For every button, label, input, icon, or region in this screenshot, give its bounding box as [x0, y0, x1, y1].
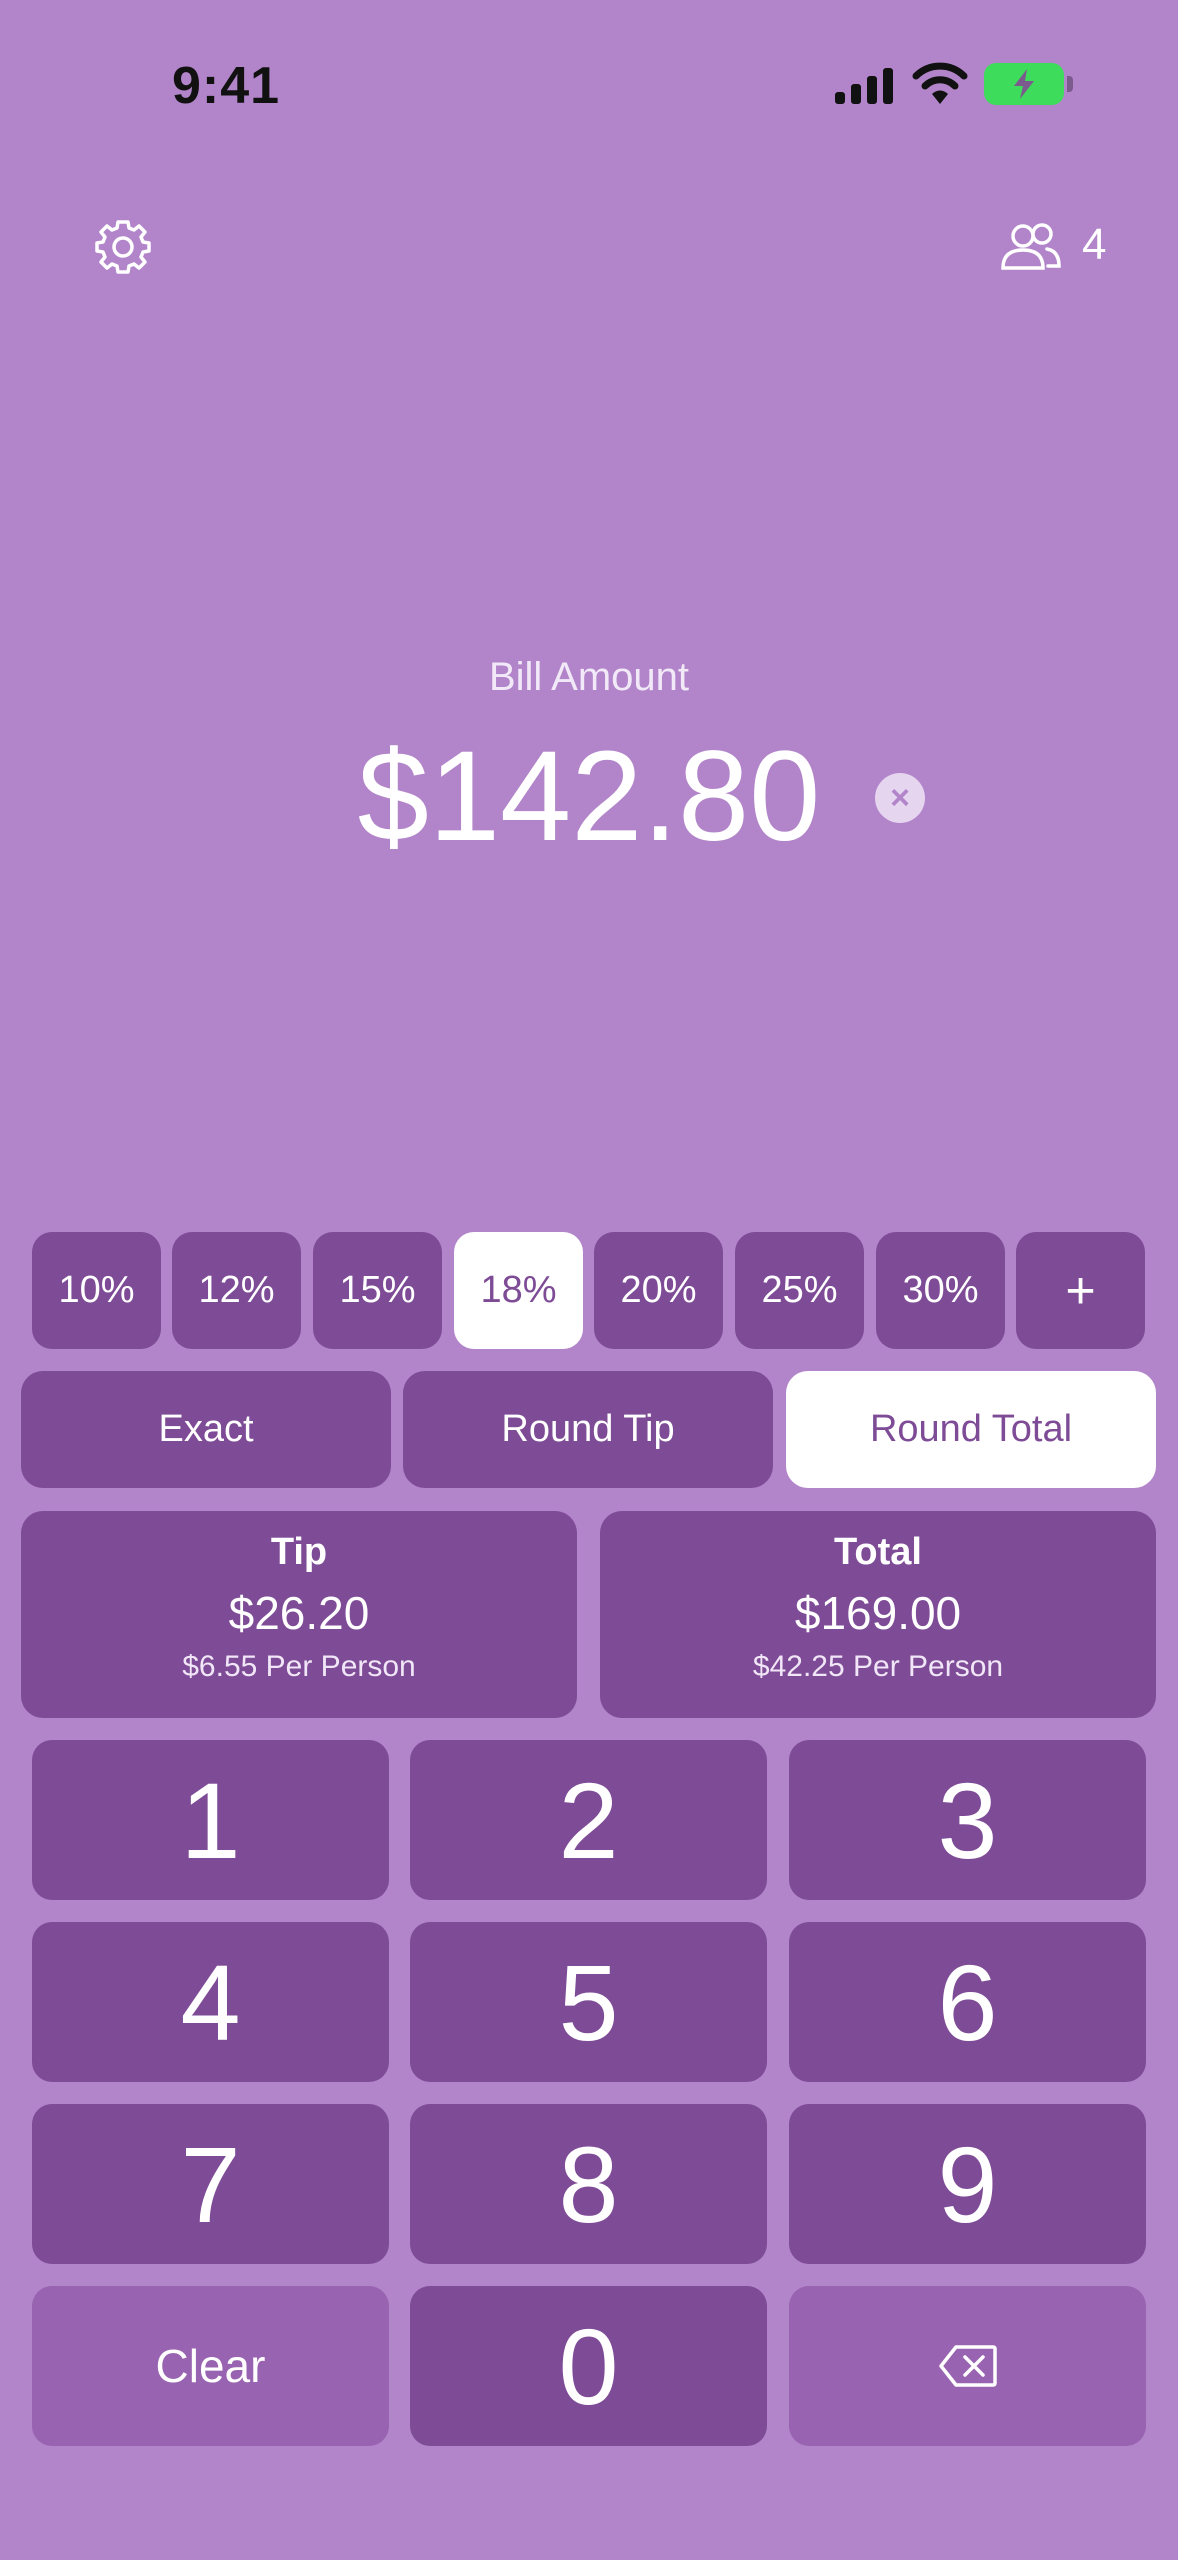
add-tip-button[interactable]: +: [1016, 1232, 1145, 1349]
key-3[interactable]: 3: [789, 1740, 1146, 1900]
people-icon[interactable]: [1000, 222, 1062, 272]
backspace-icon: [938, 2345, 997, 2387]
tip-card: Tip $26.20 $6.55 Per Person: [21, 1511, 577, 1718]
tip-per-person: $6.55 Per Person: [182, 1650, 416, 1683]
tip-title: Tip: [270, 1531, 328, 1573]
tip-20-button[interactable]: 20%: [594, 1232, 723, 1349]
tip-25-button[interactable]: 25%: [735, 1232, 864, 1349]
wifi-icon: [912, 62, 968, 104]
total-per-person: $42.25 Per Person: [752, 1650, 1004, 1683]
tip-15-button[interactable]: 15%: [313, 1232, 442, 1349]
clear-amount-icon[interactable]: ×: [875, 773, 925, 823]
gear-icon[interactable]: [94, 218, 152, 276]
exact-button[interactable]: Exact: [21, 1371, 391, 1488]
key-6[interactable]: 6: [789, 1922, 1146, 2082]
round-tip-button[interactable]: Round Tip: [403, 1371, 773, 1488]
total-title: Total: [834, 1531, 922, 1573]
clear-button[interactable]: Clear: [32, 2286, 389, 2446]
key-8[interactable]: 8: [410, 2104, 767, 2264]
key-7[interactable]: 7: [32, 2104, 389, 2264]
key-5[interactable]: 5: [410, 1922, 767, 2082]
key-2[interactable]: 2: [410, 1740, 767, 1900]
status-time: 9:41: [172, 57, 281, 115]
key-0[interactable]: 0: [410, 2286, 767, 2446]
bill-amount-value: $142.80: [357, 725, 821, 868]
tip-10-button[interactable]: 10%: [32, 1232, 161, 1349]
total-value: $169.00: [794, 1587, 962, 1639]
tip-30-button[interactable]: 30%: [876, 1232, 1005, 1349]
cellular-signal-icon: [835, 68, 895, 104]
round-total-button[interactable]: Round Total: [786, 1371, 1156, 1488]
total-card: Total $169.00 $42.25 Per Person: [600, 1511, 1156, 1718]
people-count[interactable]: 4: [1082, 220, 1106, 270]
battery-charging-icon: [984, 63, 1073, 105]
tip-12-button[interactable]: 12%: [172, 1232, 301, 1349]
tip-18-button[interactable]: 18%: [454, 1232, 583, 1349]
bolt-icon: [1014, 69, 1034, 99]
key-4[interactable]: 4: [32, 1922, 389, 2082]
tip-value: $26.20: [228, 1587, 370, 1639]
bill-amount-label: Bill Amount: [488, 655, 690, 699]
key-1[interactable]: 1: [32, 1740, 389, 1900]
backspace-button[interactable]: [789, 2286, 1146, 2446]
key-9[interactable]: 9: [789, 2104, 1146, 2264]
